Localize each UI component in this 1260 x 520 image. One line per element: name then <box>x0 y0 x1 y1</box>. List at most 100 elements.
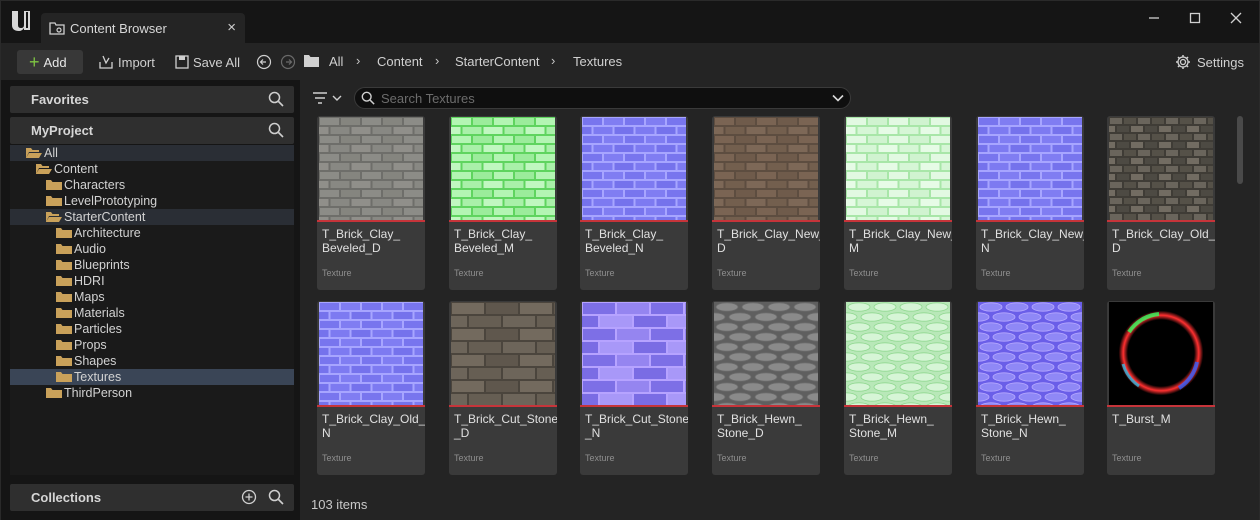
asset-tile[interactable]: T_Brick_Clay_New_ N Texture <box>976 116 1084 290</box>
asset-tile[interactable]: T_Brick_Hewn_ Stone_N Texture <box>976 301 1084 475</box>
add-button[interactable]: + Add <box>17 50 83 74</box>
folder-icon <box>46 180 62 190</box>
asset-name: T_Brick_Clay_Old_ N <box>322 412 425 440</box>
settings-button[interactable]: Settings <box>1175 50 1244 74</box>
search-icon[interactable] <box>268 489 284 505</box>
asset-type-color-bar <box>844 220 952 222</box>
import-icon <box>99 55 113 69</box>
tree-item[interactable]: Materials <box>10 305 294 321</box>
breadcrumb-chevron-icon[interactable]: › <box>356 53 360 68</box>
asset-tile[interactable]: T_Brick_Cut_Stone _D Texture <box>449 301 557 475</box>
tree-item[interactable]: StarterContent <box>10 209 294 225</box>
asset-type: Texture <box>322 268 352 278</box>
favorites-header[interactable]: Favorites <box>10 86 294 113</box>
tree-item[interactable]: Maps <box>10 289 294 305</box>
tree-item[interactable]: Particles <box>10 321 294 337</box>
collections-header[interactable]: Collections <box>10 484 294 511</box>
folder-icon <box>46 388 62 398</box>
asset-type: Texture <box>454 453 484 463</box>
breadcrumb-all[interactable]: All <box>329 54 343 69</box>
folder-open-icon <box>46 212 62 222</box>
texture-thumbnail <box>714 117 818 220</box>
texture-thumbnail <box>1109 117 1213 220</box>
tree-item[interactable]: LevelPrototyping <box>10 193 294 209</box>
add-collection-icon[interactable] <box>241 489 257 505</box>
asset-type: Texture <box>454 268 484 278</box>
texture-thumbnail <box>319 117 423 220</box>
asset-type-color-bar <box>317 220 425 222</box>
tree-item[interactable]: Content <box>10 161 294 177</box>
tab-label: Content Browser <box>70 21 167 36</box>
asset-tile[interactable]: T_Brick_Cut_Stone _N Texture <box>580 301 688 475</box>
asset-type-color-bar <box>317 405 425 407</box>
asset-tile[interactable]: T_Burst_M Texture <box>1107 301 1215 475</box>
asset-tile[interactable]: T_Brick_Clay_New_ D Texture <box>712 116 820 290</box>
tree-item[interactable]: Shapes <box>10 353 294 369</box>
asset-tile[interactable]: T_Brick_Clay_ Beveled_D Texture <box>317 116 425 290</box>
import-button[interactable]: Import <box>98 50 155 74</box>
breadcrumb-content[interactable]: Content <box>377 54 423 69</box>
tree-item-label: Materials <box>74 306 125 320</box>
breadcrumb-startercontent[interactable]: StarterContent <box>455 54 540 69</box>
asset-type-color-bar <box>580 405 688 407</box>
tree-item[interactable]: Blueprints <box>10 257 294 273</box>
forward-arrow-icon[interactable] <box>280 54 296 70</box>
chevron-down-icon[interactable] <box>832 92 844 104</box>
breadcrumb-chevron-icon[interactable]: › <box>551 53 555 68</box>
breadcrumb-textures[interactable]: Textures <box>573 54 622 69</box>
asset-type-color-bar <box>712 220 820 222</box>
asset-tile[interactable]: T_Brick_Clay_Old_ D Texture <box>1107 116 1215 290</box>
tab-close-icon[interactable]: × <box>227 19 236 36</box>
tree-item[interactable]: Characters <box>10 177 294 193</box>
asset-tile[interactable]: T_Brick_Hewn_ Stone_M Texture <box>844 301 952 475</box>
content-browser-tab[interactable]: Content Browser × <box>41 13 245 44</box>
tree-item[interactable]: Textures <box>10 369 294 385</box>
asset-type: Texture <box>981 268 1011 278</box>
close-window-button[interactable] <box>1225 11 1247 31</box>
tree-item[interactable]: All <box>10 145 294 161</box>
close-icon <box>1230 12 1242 24</box>
asset-type: Texture <box>717 453 747 463</box>
asset-tile[interactable]: T_Brick_Clay_ Beveled_N Texture <box>580 116 688 290</box>
asset-name: T_Brick_Cut_Stone _D <box>454 412 557 440</box>
favorites-label: Favorites <box>31 92 89 107</box>
asset-type: Texture <box>585 453 615 463</box>
tree-item-label: ThirdPerson <box>64 386 133 400</box>
tree-item[interactable]: ThirdPerson <box>10 385 294 401</box>
scrollbar[interactable] <box>1237 116 1243 184</box>
search-icon[interactable] <box>268 91 284 107</box>
asset-type: Texture <box>1112 453 1142 463</box>
asset-type: Texture <box>981 453 1011 463</box>
tree-item-label: Particles <box>74 322 122 336</box>
filter-icon[interactable] <box>312 90 342 106</box>
texture-thumbnail <box>846 117 950 220</box>
texture-thumbnail <box>714 302 818 405</box>
folder-icon <box>56 228 72 238</box>
minimize-button[interactable] <box>1143 11 1165 31</box>
back-arrow-icon[interactable] <box>256 54 272 70</box>
sources-panel: Favorites MyProject All Content Characters… <box>0 80 300 520</box>
asset-tile[interactable]: T_Brick_Clay_Old_ N Texture <box>317 301 425 475</box>
search-input[interactable] <box>381 90 821 106</box>
asset-tile[interactable]: T_Brick_Clay_New_ M Texture <box>844 116 952 290</box>
save-all-button[interactable]: Save All <box>175 50 240 74</box>
tree-item[interactable]: Architecture <box>10 225 294 241</box>
folder-icon <box>56 356 72 366</box>
tree-item-label: Characters <box>64 178 126 192</box>
folder-icon[interactable] <box>303 54 320 68</box>
asset-type-color-bar <box>976 220 1084 222</box>
search-icon[interactable] <box>268 122 284 138</box>
folder-icon <box>56 292 72 302</box>
breadcrumb-chevron-icon[interactable]: › <box>435 53 439 68</box>
tree-item-label: StarterContent <box>64 210 146 224</box>
asset-tile[interactable]: T_Brick_Clay_ Beveled_M Texture <box>449 116 557 290</box>
import-label: Import <box>118 54 155 70</box>
tree-item[interactable]: Props <box>10 337 294 353</box>
myproject-header[interactable]: MyProject <box>10 117 294 144</box>
tree-item[interactable]: Audio <box>10 241 294 257</box>
tree-item[interactable]: HDRI <box>10 273 294 289</box>
unreal-logo-icon[interactable] <box>9 8 33 34</box>
maximize-button[interactable] <box>1184 11 1206 31</box>
tree-item-label: LevelPrototyping <box>64 194 158 208</box>
asset-tile[interactable]: T_Brick_Hewn_ Stone_D Texture <box>712 301 820 475</box>
